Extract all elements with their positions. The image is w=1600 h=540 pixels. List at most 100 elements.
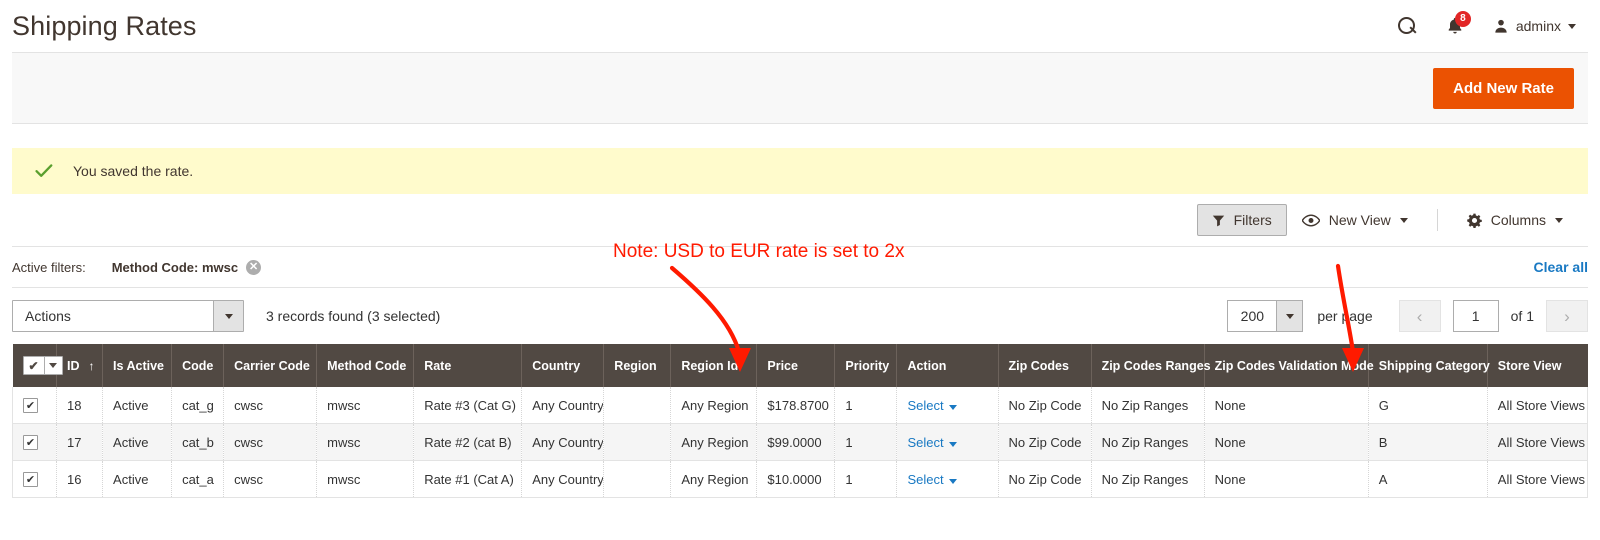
- row-action-select-link[interactable]: Select: [907, 398, 943, 413]
- column-header-is_active[interactable]: Is Active: [102, 344, 173, 387]
- checkbox-icon[interactable]: ✔: [24, 357, 44, 374]
- column-header-action[interactable]: Action: [896, 344, 999, 387]
- cell-zip_validation: None: [1204, 387, 1369, 424]
- row-action-select-link[interactable]: Select: [907, 435, 943, 450]
- select-all-header[interactable]: ✔: [12, 344, 63, 387]
- header-actions: 8 adminx: [1397, 11, 1576, 38]
- column-header-id[interactable]: ID ↑: [56, 344, 104, 387]
- cell-id: 17: [56, 423, 104, 461]
- cell-select[interactable]: ✔: [11, 460, 58, 498]
- chevron-right-icon: ›: [1564, 306, 1570, 326]
- row-action-select-link[interactable]: Select: [907, 472, 943, 487]
- column-header-method_code[interactable]: Method Code: [316, 344, 415, 387]
- cell-priority: 1: [834, 387, 898, 424]
- previous-page-button[interactable]: ‹: [1398, 300, 1441, 332]
- column-header-shipping_category[interactable]: Shipping Category: [1368, 344, 1490, 387]
- cell-is_active: Active: [102, 423, 173, 461]
- table-header-row: ✔ ID ↑ Is Active Code Carrier Code Method Code…: [12, 344, 1588, 387]
- table-row[interactable]: ✔ 16 Active cat_a cwsc mwsc Rate #1 (Cat A) Any…: [11, 460, 1589, 498]
- column-header-rate[interactable]: Rate: [413, 344, 523, 387]
- page-header: Shipping Rates 8 adminx: [0, 0, 1600, 52]
- column-header-label: Is Active: [113, 358, 164, 373]
- view-bookmarks-button[interactable]: New View: [1287, 204, 1423, 236]
- cell-zip_ranges: No Zip Ranges: [1091, 423, 1205, 461]
- column-header-priority[interactable]: Priority: [834, 344, 898, 387]
- clear-all-filters-link[interactable]: Clear all: [1534, 259, 1588, 275]
- column-header-price[interactable]: Price: [756, 344, 836, 387]
- columns-label: Columns: [1490, 212, 1546, 228]
- success-message: You saved the rate.: [12, 148, 1588, 194]
- notification-badge: 8: [1454, 11, 1471, 27]
- columns-button[interactable]: Columns: [1452, 204, 1578, 236]
- cell-priority: 1: [834, 423, 898, 461]
- per-page-select[interactable]: 200: [1227, 300, 1304, 332]
- chevron-down-icon[interactable]: [948, 404, 957, 410]
- pagination-controls: 200 per page ‹ 1 of 1 ›: [1227, 300, 1588, 332]
- actions-select[interactable]: Actions: [12, 300, 244, 332]
- column-header-zip_ranges[interactable]: Zip Codes Ranges: [1091, 344, 1211, 387]
- active-filters-group: Active filters: Method Code: mwsc ✕: [12, 259, 262, 275]
- row-checkbox[interactable]: ✔: [23, 472, 38, 487]
- next-page-button[interactable]: ›: [1546, 300, 1588, 332]
- filter-chip-method-code[interactable]: Method Code: mwsc ✕: [111, 259, 262, 275]
- column-header-label: ID: [67, 358, 80, 373]
- sort-ascending-icon: ↑: [88, 358, 95, 373]
- cell-carrier_code: cwsc: [223, 423, 318, 461]
- active-filters-label: Active filters:: [12, 259, 86, 275]
- cell-action[interactable]: Select: [896, 387, 999, 424]
- check-icon: [35, 164, 53, 177]
- shipping-rates-table: ✔ ID ↑ Is Active Code Carrier Code Method Code…: [11, 344, 1589, 498]
- chevron-down-icon[interactable]: [948, 478, 957, 484]
- caret-shape: [1285, 313, 1294, 319]
- search-icon: [1397, 16, 1417, 36]
- row-checkbox[interactable]: ✔: [23, 435, 38, 450]
- column-header-region_id[interactable]: Region Id: [670, 344, 758, 387]
- table-row[interactable]: ✔ 18 Active cat_g cwsc mwsc Rate #3 (Cat G) Any…: [11, 387, 1589, 424]
- column-header-country[interactable]: Country: [521, 344, 605, 387]
- select-all-checkbox[interactable]: ✔: [22, 356, 63, 375]
- shipping-rates-table-wrapper: ✔ ID ↑ Is Active Code Carrier Code Method Code…: [11, 344, 1589, 498]
- column-header-label: Method Code: [327, 358, 407, 373]
- column-header-label: Action: [907, 358, 947, 373]
- filter-chip-label: Method Code: mwsc: [111, 259, 239, 275]
- chevron-down-icon[interactable]: [213, 301, 243, 331]
- cell-select[interactable]: ✔: [11, 387, 58, 424]
- user-menu[interactable]: adminx: [1493, 18, 1576, 34]
- row-checkbox[interactable]: ✔: [23, 398, 38, 413]
- search-button[interactable]: [1397, 16, 1417, 36]
- chevron-down-icon[interactable]: [43, 357, 62, 374]
- cell-action[interactable]: Select: [896, 460, 999, 498]
- column-header-region[interactable]: Region: [603, 344, 672, 387]
- chevron-left-icon: ‹: [1416, 306, 1423, 326]
- cell-id: 16: [56, 460, 104, 498]
- chevron-down-icon: [1399, 217, 1408, 223]
- column-header-zip_validation[interactable]: Zip Codes Validation Mode: [1204, 344, 1374, 387]
- cell-zip_ranges: No Zip Ranges: [1091, 460, 1205, 498]
- chevron-down-icon[interactable]: [1276, 301, 1303, 331]
- column-header-label: Zip Codes Ranges: [1101, 358, 1211, 373]
- column-header-code[interactable]: Code: [171, 344, 225, 387]
- column-header-zip_codes[interactable]: Zip Codes: [998, 344, 1092, 387]
- column-header-store_view[interactable]: Store View: [1487, 344, 1588, 387]
- chevron-down-icon[interactable]: [948, 441, 957, 447]
- notifications-button[interactable]: 8: [1443, 11, 1471, 38]
- cell-action[interactable]: Select: [896, 423, 999, 461]
- cell-country: Any Country: [521, 423, 605, 461]
- column-header-label: Zip Codes Validation Mode: [1214, 358, 1374, 373]
- eye-icon: [1301, 213, 1320, 227]
- column-header-label: Shipping Category: [1378, 358, 1490, 373]
- add-new-rate-button[interactable]: Add New Rate: [1433, 67, 1574, 109]
- current-page-input[interactable]: 1: [1452, 300, 1499, 332]
- cell-zip_codes: No Zip Code: [998, 387, 1092, 424]
- cell-price: $99.0000: [756, 423, 836, 461]
- column-header-carrier_code[interactable]: Carrier Code: [223, 344, 318, 387]
- column-header-label: Country: [532, 358, 581, 373]
- cell-select[interactable]: ✔: [11, 423, 58, 461]
- records-found-text: 3 records found (3 selected): [266, 308, 441, 324]
- filters-button[interactable]: Filters: [1196, 204, 1287, 236]
- cell-zip_codes: No Zip Code: [998, 423, 1092, 461]
- close-icon[interactable]: ✕: [246, 259, 262, 275]
- cell-code: cat_g: [171, 387, 225, 424]
- caret-shape: [224, 313, 233, 319]
- table-row[interactable]: ✔ 17 Active cat_b cwsc mwsc Rate #2 (cat B) Any…: [11, 423, 1589, 461]
